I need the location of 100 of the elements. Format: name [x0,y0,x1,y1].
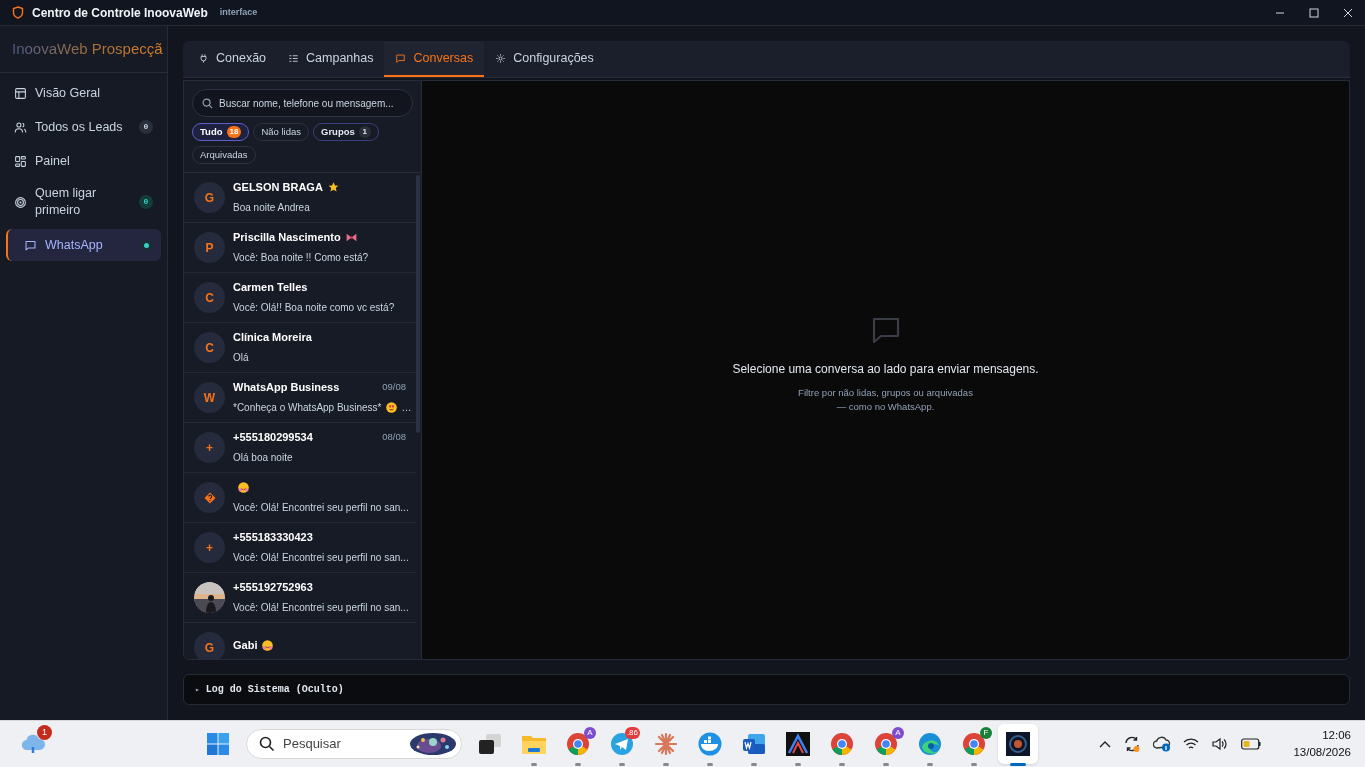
plug-icon [198,52,209,64]
diamond-mark-icon [203,491,216,504]
clock-time: 12:06 [1322,728,1351,743]
sidebar-item[interactable]: Painel [6,147,161,175]
clock-date: 13/08/2026 [1293,745,1351,760]
close-icon[interactable] [1343,7,1353,18]
smiley-icon [237,481,250,494]
chat-icon [24,238,37,252]
chevron-up-icon[interactable] [1099,740,1112,748]
smiley-icon [261,638,275,652]
sync-icon[interactable] [1123,735,1142,753]
message-preview: Boa noite Andrea [233,200,310,215]
taskbar-app[interactable]: A [558,724,598,764]
sidebar-item[interactable]: Todos os Leads 0 [6,113,161,141]
cloud-info-icon[interactable] [1153,736,1172,752]
grid-icon [14,154,27,168]
chat-icon [870,316,901,346]
contact-name: GELSON BRAGA [233,180,323,196]
conversation-row[interactable]: P Priscilla Nascimento Você: Boa noite !! Como está? [184,223,416,273]
app-badge: .86 [624,727,640,739]
count-badge: 0 [139,195,153,209]
taskbar-search[interactable]: Pesquisar [246,729,462,759]
window-title: Centro de Controle InoovaWeb [32,4,208,22]
contact-name: +555183330423 [233,530,313,546]
chat-icon [395,52,407,64]
tab[interactable]: Conversas [384,41,485,77]
maximize-icon[interactable] [1309,7,1319,18]
contact-name: Clínica Moreira [233,330,312,346]
contact-name: Gabi [233,637,258,653]
round-logo-icon [962,732,986,756]
search-icon [202,97,213,109]
tab[interactable]: Configurações [484,41,605,77]
contact-name: +555180299534 [233,430,313,446]
avatar: C [194,282,225,313]
conversation-row[interactable]: G GELSON BRAGA Boa noite Andrea [184,173,416,223]
tab[interactable]: Conexão [187,41,278,77]
log-label: Log do Sistema (Oculto) [205,683,344,697]
round-logo-icon [830,732,854,756]
message-time: 08/08 [382,430,406,445]
conversation-row[interactable]: W WhatsApp Business 09/08 *Conheça o WhatsApp Business* … [184,373,416,423]
battery-icon[interactable] [1241,738,1262,750]
conversation-row[interactable]: + +555180299534 08/08 Olá boa noite [184,423,416,473]
contact-name: +555192752963 [233,580,313,596]
empty-state-title: Selecione uma conversa ao lado para enviar mensagens. [732,361,1039,378]
expand-arrow: ▸ [195,683,200,696]
app-badge: A [584,727,596,739]
message-preview: Olá boa noite [233,450,293,465]
taskbar-app[interactable]: .86 [602,724,642,764]
log-toggle[interactable]: ▸ Log do Sistema (Oculto) [183,674,1350,705]
taskbar-app[interactable] [998,724,1038,764]
contact-name: WhatsApp Business [233,380,340,396]
empty-state-hint: Filtre por não lidas, grupos ou arquivadas — como no WhatsApp. [798,386,973,414]
conversation-row[interactable]: +555192752963 Você: Olá! Encontrei seu perfil no san... [184,573,416,623]
message-preview: Você: Olá! Encontrei seu perfil no san... [233,550,409,565]
taskbar-app[interactable]: F [954,724,994,764]
list-icon [288,52,300,64]
window-subtitle: interface [219,5,258,19]
taskbar-app[interactable]: A [866,724,906,764]
target-icon [14,195,27,209]
peak-chart-icon [786,732,810,756]
star-icon [326,181,340,194]
folder-icon [521,733,547,755]
avatar: G [194,632,225,659]
avatar: + [194,432,225,463]
layout-icon [14,86,27,100]
message-preview: Você: Olá!! Boa noite como vc está? [233,300,395,315]
swirl-logo-icon [918,732,942,756]
avatar: C [194,332,225,363]
document-icon [742,732,766,756]
sidebar-item[interactable]: Visão Geral [6,79,161,107]
conversation-row[interactable]: C Carmen Telles Você: Olá!! Boa noite como vc está? [184,273,416,323]
conversation-row[interactable]: + +555183330423 Você: Olá! Encontrei seu perfil no san... [184,523,416,573]
search-input[interactable]: Pesquisar [283,734,401,754]
message-preview: Você: Boa noite !! Como está? [233,250,369,265]
wifi-icon[interactable] [1183,737,1200,751]
users-icon [14,120,27,134]
tab[interactable]: Campanhas [277,41,385,77]
sidebar-item[interactable]: WhatsApp [6,229,161,261]
count-badge: 0 [139,120,153,134]
windows-stack-icon [478,733,502,755]
sidebar-item[interactable]: Quem ligar primeiro 0 [6,181,161,223]
conversation-row[interactable]: C Clínica Moreira Olá [184,323,416,373]
app-badge: F [980,727,992,739]
volume-icon[interactable] [1211,737,1230,751]
avatar: P [194,232,225,263]
message-preview: Olá [233,350,249,365]
clock[interactable]: 12:06 13/08/2026 [1293,727,1351,761]
settings-icon [495,52,507,64]
search-input[interactable]: Buscar nome, telefone ou mensagem... [219,95,403,111]
shield-icon [12,6,24,19]
search-field[interactable]: Buscar nome, telefone ou mensagem... [192,89,413,117]
message-preview: *Conheça o WhatsApp Business* [233,400,382,415]
heart-eyes-icon [385,400,399,414]
app-badge: A [892,727,904,739]
contact-name: Priscilla Nascimento [233,230,341,246]
avatar: G [194,182,225,213]
conversation-row[interactable]: Você: Olá! Encontrei seu perfil no san... [184,473,416,523]
conversation-row[interactable]: G Gabi [184,623,416,659]
filter-chip[interactable]: Tudo 18 [192,123,250,141]
ellipsis: … [401,400,412,415]
